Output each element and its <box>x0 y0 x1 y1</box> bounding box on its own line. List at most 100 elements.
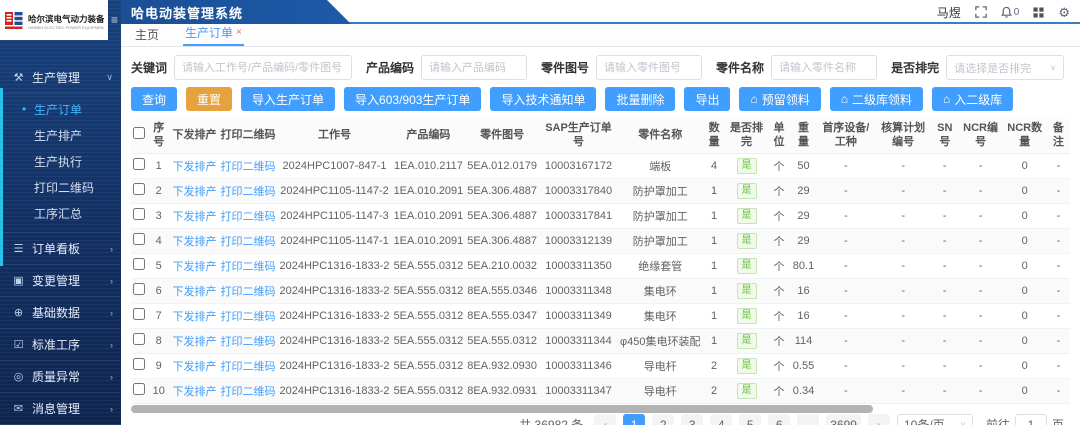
row-checkbox[interactable] <box>133 333 145 345</box>
page-button-1[interactable]: 1 <box>623 414 645 425</box>
l2-pick-button[interactable]: ⌂ 二级库领料 <box>830 87 923 111</box>
row-checkbox[interactable] <box>133 183 145 195</box>
page-button-3699[interactable]: 3699 <box>826 414 861 425</box>
cell-print-qr[interactable]: 打印二维码 <box>218 353 277 378</box>
page-ellipsis[interactable]: ··· <box>797 414 819 425</box>
cell-print-qr[interactable]: 打印二维码 <box>218 178 277 203</box>
query-button[interactable]: 查询 <box>131 87 177 111</box>
cell-part-name: 集电环 <box>618 278 703 303</box>
product-code-input[interactable] <box>421 55 527 80</box>
row-checkbox[interactable] <box>133 383 145 395</box>
sidebar-item-print-qrcode[interactable]: 打印二维码 <box>0 174 121 200</box>
tab-production-order[interactable]: 生产订单 × <box>183 21 244 46</box>
scheduled-status-badge: 是 <box>737 308 757 324</box>
cell-weight: 80.1 <box>791 253 817 278</box>
tab-home[interactable]: 主页 <box>133 23 161 46</box>
cell-dispatch[interactable]: 下发排产 <box>170 303 218 328</box>
sidebar-item-production-execution[interactable]: 生产执行 <box>0 148 121 174</box>
sidebar-item-base-data[interactable]: ⊕ 基础数据 › <box>0 297 121 329</box>
import-tech-notice-button[interactable]: 导入技术通知单 <box>490 87 596 111</box>
cell-print-qr[interactable]: 打印二维码 <box>218 303 277 328</box>
cell-dispatch[interactable]: 下发排产 <box>170 253 218 278</box>
sidebar-collapse-icon[interactable]: ≡ <box>111 14 118 26</box>
row-checkbox[interactable] <box>133 283 145 295</box>
page-size-select[interactable]: 10条/页 ∨ <box>897 414 973 425</box>
page-button-3[interactable]: 3 <box>681 414 703 425</box>
cell-first-device: - <box>816 178 875 203</box>
cell-seq: 9 <box>147 353 170 378</box>
scheduled-select-value: 请选择是否排完 <box>954 60 1031 76</box>
sub-item-label: 生产订单 <box>34 101 82 118</box>
import-603-button[interactable]: 导入603/903生产订单 <box>344 87 481 111</box>
reset-button[interactable]: 重置 <box>186 87 232 111</box>
table-row: 5下发排产打印二维码2024HPC1316-1833-25EA.555.0312… <box>131 253 1070 278</box>
l2-in-button[interactable]: ⌂ 入二级库 <box>932 87 1013 111</box>
batch-delete-button[interactable]: 批量删除 <box>605 87 675 111</box>
cell-dispatch[interactable]: 下发排产 <box>170 328 218 353</box>
cell-print-qr[interactable]: 打印二维码 <box>218 153 277 178</box>
cell-print-qr[interactable]: 打印二维码 <box>218 228 277 253</box>
page-button-5[interactable]: 5 <box>739 414 761 425</box>
row-checkbox[interactable] <box>133 358 145 370</box>
notification-bell-icon[interactable]: 0 <box>1001 6 1020 18</box>
drawing-no-input[interactable] <box>596 55 702 80</box>
cell-print-qr[interactable]: 打印二维码 <box>218 328 277 353</box>
cell-dispatch[interactable]: 下发排产 <box>170 203 218 228</box>
cell-product-code: 1EA.010.2091 <box>392 178 466 203</box>
cell-plan-no: - <box>875 253 931 278</box>
row-checkbox[interactable] <box>133 233 145 245</box>
cell-print-qr[interactable]: 打印二维码 <box>218 278 277 303</box>
sidebar-item-production-scheduling[interactable]: 生产排产 <box>0 122 121 148</box>
cell-dispatch[interactable]: 下发排产 <box>170 378 218 403</box>
cell-dispatch[interactable]: 下发排产 <box>170 278 218 303</box>
sub-item-label: 生产排产 <box>34 127 82 144</box>
cell-print-qr[interactable]: 打印二维码 <box>218 378 277 403</box>
sidebar-item-quality-exception[interactable]: ◎ 质量异常 › <box>0 361 121 393</box>
sidebar-item-standard-process[interactable]: ☑ 标准工序 › <box>0 329 121 361</box>
settings-gear-icon[interactable]: ⚙ <box>1058 6 1070 19</box>
page-jump-input[interactable] <box>1015 414 1047 425</box>
cell-part-name: 防护罩加工 <box>618 228 703 253</box>
prev-page-button[interactable]: ‹ <box>594 414 616 425</box>
tab-close-icon[interactable]: × <box>236 28 242 38</box>
import-order-button[interactable]: 导入生产订单 <box>241 87 335 111</box>
sidebar-item-message-management[interactable]: ✉ 消息管理 › <box>0 393 121 425</box>
reserve-pick-button[interactable]: ⌂ 预留领料 <box>739 87 820 111</box>
cell-print-qr[interactable]: 打印二维码 <box>218 203 277 228</box>
export-button[interactable]: 导出 <box>684 87 730 111</box>
page-button-4[interactable]: 4 <box>710 414 732 425</box>
sidebar-item-process-summary[interactable]: 工序汇总 <box>0 200 121 226</box>
cell-sn-no: - <box>931 253 958 278</box>
cell-sap-order-no: 10003317840 <box>539 178 618 203</box>
cell-print-qr[interactable]: 打印二维码 <box>218 253 277 278</box>
row-checkbox[interactable] <box>133 208 145 220</box>
row-checkbox[interactable] <box>133 308 145 320</box>
fullscreen-icon[interactable] <box>975 6 987 18</box>
cell-unit: 个 <box>767 153 790 178</box>
list-icon: ☰ <box>12 242 25 255</box>
sidebar-item-production-order[interactable]: 生产订单 <box>0 96 121 122</box>
select-all-checkbox[interactable] <box>133 127 145 139</box>
keyword-input[interactable] <box>174 55 352 80</box>
cell-dispatch[interactable]: 下发排产 <box>170 353 218 378</box>
scrollbar-thumb[interactable] <box>131 405 873 413</box>
cell-dispatch[interactable]: 下发排产 <box>170 228 218 253</box>
apps-grid-icon[interactable] <box>1033 7 1044 18</box>
part-name-input[interactable] <box>771 55 877 80</box>
cell-dispatch[interactable]: 下发排产 <box>170 178 218 203</box>
row-checkbox[interactable] <box>133 258 145 270</box>
sidebar-item-order-board[interactable]: ☰ 订单看板 › <box>0 233 121 265</box>
cell-ncr-no: - <box>958 353 1002 378</box>
cell-unit: 个 <box>767 178 790 203</box>
next-page-button[interactable]: › <box>868 414 890 425</box>
current-user[interactable]: 马煜 <box>937 4 961 21</box>
sidebar-item-production[interactable]: ⚒ 生产管理 ∨ <box>0 62 121 94</box>
table-header-row: 序号下发排产打印二维码工作号产品编码零件图号SAP生产订单号零件名称数量是否排完… <box>131 119 1070 153</box>
sidebar-item-change-management[interactable]: ▣ 变更管理 › <box>0 265 121 297</box>
cell-part-drawing-no: 5EA.306.4887 <box>465 203 539 228</box>
row-checkbox[interactable] <box>133 158 145 170</box>
scheduled-select[interactable]: 请选择是否排完 ∨ <box>946 55 1064 80</box>
page-button-2[interactable]: 2 <box>652 414 674 425</box>
cell-dispatch[interactable]: 下发排产 <box>170 153 218 178</box>
page-button-6[interactable]: 6 <box>768 414 790 425</box>
